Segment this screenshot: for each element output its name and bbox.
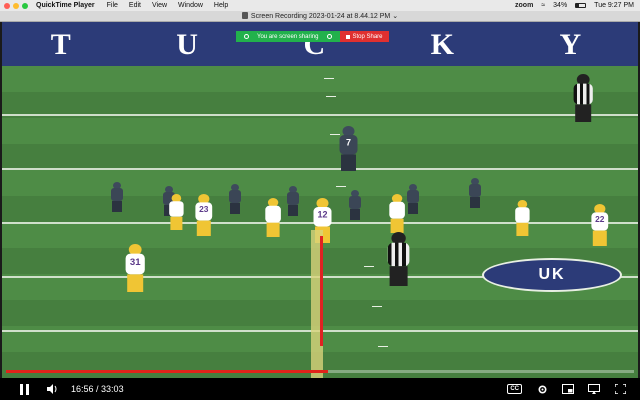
pause-icon[interactable] — [20, 383, 29, 395]
pin-icon[interactable] — [244, 34, 249, 39]
sharing-message: You are screen sharing — [257, 33, 319, 40]
wifi-icon[interactable]: ≈ — [541, 2, 545, 9]
yard-line — [2, 114, 638, 116]
player-defense — [514, 200, 531, 238]
hash-mark — [372, 306, 382, 307]
jersey-number: 7 — [339, 135, 358, 155]
jersey-number: 12 — [313, 207, 332, 227]
menu-edit[interactable]: Edit — [129, 2, 141, 9]
fullscreen-icon[interactable] — [614, 384, 626, 394]
player-defense: 23 — [194, 194, 214, 239]
banner-letter: K — [430, 28, 462, 61]
volume-icon[interactable] — [47, 384, 59, 394]
menu-file[interactable]: File — [107, 2, 118, 9]
macos-menu-bar: QuickTime Player File Edit View Window H… — [0, 0, 640, 11]
video-frame[interactable]: T U C K Y UK 7 23 12 22 31 — [2, 22, 638, 378]
hash-mark — [364, 266, 374, 267]
banner-letter: Y — [559, 28, 590, 61]
hash-mark — [378, 346, 388, 347]
window-controls — [4, 2, 28, 9]
stadium-stands: T U C K Y — [2, 22, 638, 66]
close-window-button[interactable] — [4, 2, 10, 9]
menu-view[interactable]: View — [152, 2, 167, 9]
right-controls: CC — [507, 378, 626, 400]
clock[interactable]: Tue 9:27 PM — [594, 2, 634, 9]
player-quarterback: 7 — [338, 126, 359, 174]
banner-letter: T — [50, 28, 79, 61]
player-defense — [264, 198, 282, 240]
hash-mark — [326, 96, 336, 97]
document-icon — [241, 12, 248, 19]
playback-progress-fill — [6, 370, 328, 373]
jersey-number: 31 — [125, 253, 145, 275]
timecode: 16:56 / 33:03 — [71, 384, 124, 394]
options-icon[interactable] — [326, 34, 332, 39]
jersey-number: 23 — [195, 202, 213, 221]
screen: QuickTime Player File Edit View Window H… — [0, 0, 640, 400]
closed-captions-icon[interactable]: CC — [507, 384, 522, 394]
player-defense — [168, 194, 185, 232]
menu-bar-status-area: zoom ≈ 34% Tue 9:27 PM — [515, 0, 634, 11]
player-defense: 22 — [590, 204, 610, 249]
fullscreen-window-button[interactable] — [22, 2, 28, 9]
player-defense: 31 — [124, 244, 146, 295]
hash-mark — [324, 78, 334, 79]
referee — [572, 74, 594, 125]
menu-window[interactable]: Window — [178, 2, 203, 9]
player-offense — [228, 184, 242, 216]
player-defense — [388, 194, 406, 236]
battery-percent: 34% — [553, 2, 568, 9]
player-offense — [406, 184, 420, 216]
referee — [386, 232, 411, 290]
app-menu[interactable]: QuickTime Player — [36, 2, 95, 9]
sharing-indicator[interactable]: You are screen sharing — [236, 31, 340, 42]
zoom-status-item[interactable]: zoom — [515, 2, 533, 9]
stop-share-button[interactable]: Stop Share — [339, 31, 389, 42]
airplay-icon[interactable] — [588, 384, 600, 394]
battery-icon[interactable] — [575, 3, 587, 8]
yard-line — [2, 168, 638, 170]
player-offense — [348, 190, 362, 222]
zoom-sharing-banner: You are screen sharing Stop Share — [236, 31, 389, 42]
current-time: 16:56 — [71, 384, 94, 394]
player-offense — [468, 178, 482, 210]
player-offense — [286, 186, 300, 218]
total-time: 33:03 — [101, 384, 124, 394]
jersey-number: 22 — [591, 212, 609, 231]
window-title[interactable]: Screen Recording 2023-01-24 at 8.44.12 P… — [251, 13, 390, 20]
banner-letter: U — [176, 28, 206, 61]
player-offense — [110, 182, 124, 214]
midfield-logo: UK — [482, 258, 622, 292]
picture-in-picture-icon[interactable] — [562, 384, 574, 394]
gear-icon[interactable] — [536, 384, 548, 394]
stop-icon — [345, 34, 350, 39]
telestrator-red-line — [320, 236, 323, 346]
minimize-window-button[interactable] — [13, 2, 19, 9]
window-title-bar: Screen Recording 2023-01-24 at 8.44.12 P… — [0, 11, 640, 22]
stop-share-label: Stop Share — [352, 33, 383, 40]
chevron-down-icon[interactable]: ⌄ — [392, 13, 398, 20]
player-controls-bar: 16:56 / 33:03 CC — [0, 378, 640, 400]
menu-help[interactable]: Help — [214, 2, 228, 9]
playback-progress-bar[interactable] — [6, 370, 634, 373]
hash-mark — [336, 186, 346, 187]
